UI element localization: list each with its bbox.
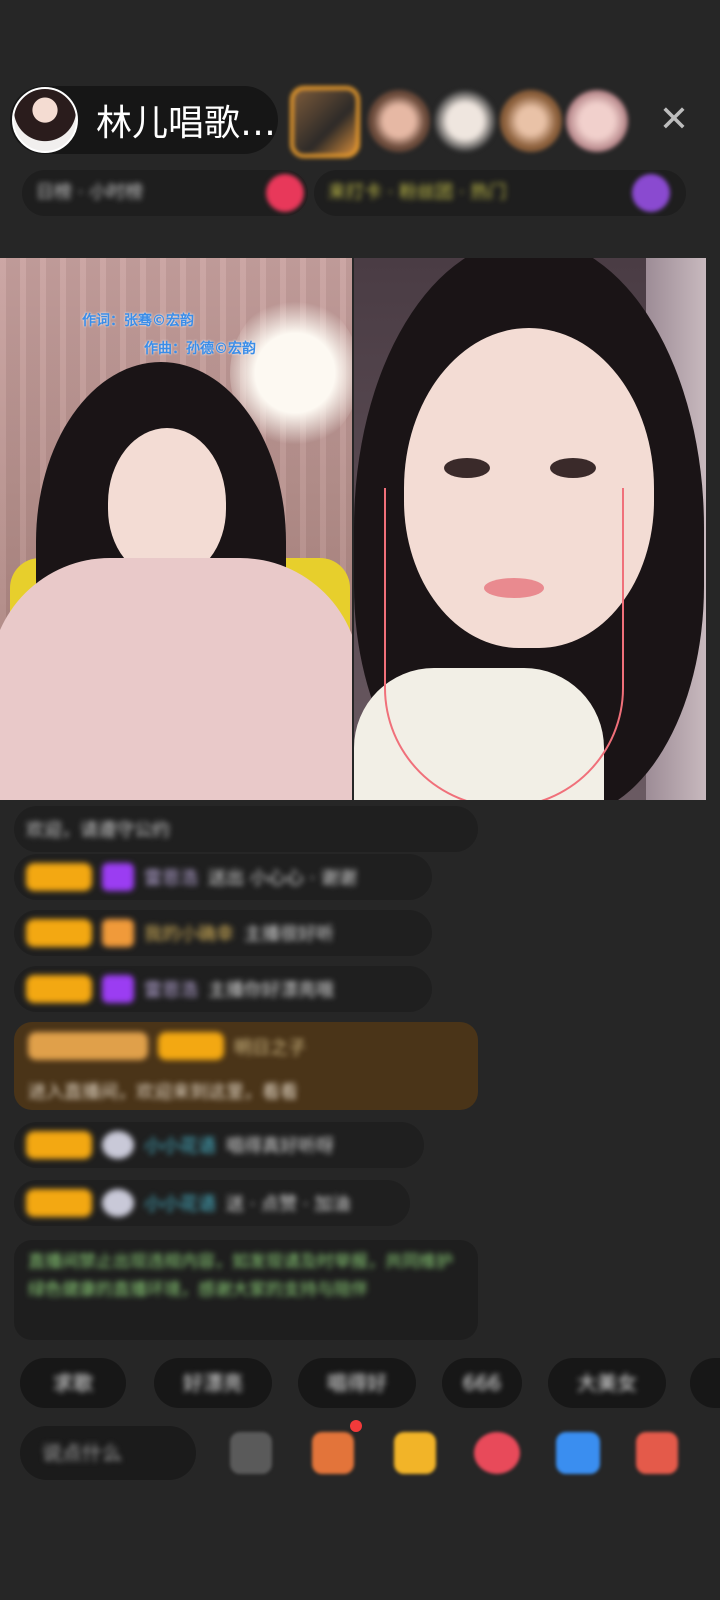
chat-username[interactable]: 雷恩浩 [144, 976, 198, 1002]
chat-text: 进入直播间，欢迎来到这里，看看 [28, 1082, 298, 1103]
chat-text: 唱得真好听呀 [226, 1136, 334, 1157]
highlight-message[interactable]: 明日之子 进入直播间，欢迎来到这里，看看 [14, 1022, 478, 1110]
game-icon[interactable] [474, 1432, 520, 1474]
guest-right-eye [550, 458, 596, 478]
lyric-composer-line: 作曲：孙德©宏韵 [144, 341, 256, 357]
crown-icon [102, 919, 134, 947]
chat-username[interactable]: 雷恩浩 [144, 864, 198, 890]
chat-username[interactable]: 小小花语 [144, 1190, 216, 1216]
vip-badge [28, 1032, 148, 1060]
comment-input[interactable]: 说点什么 [20, 1426, 196, 1480]
chat-text: 主播你好漂亮哦 [208, 980, 334, 1001]
singer-outfit [0, 558, 352, 800]
chat-text: 主播很好听 [244, 924, 334, 945]
fan-level-badge [26, 1189, 92, 1217]
video-stream-left[interactable]: 作词：张骞©宏韵 作曲：孙德©宏韵 [0, 258, 352, 800]
earphone-cable [384, 488, 624, 800]
emoji-icon[interactable] [230, 1432, 272, 1474]
chat-username[interactable]: 小小花语 [144, 1132, 216, 1158]
host-avatar[interactable] [12, 87, 78, 153]
quick-reply-4[interactable]: 666 [442, 1358, 522, 1408]
chat-message[interactable]: 我的小确幸 主播很好听 [14, 910, 432, 956]
chat-message[interactable]: 雷恩浩 主播你好漂亮哦 [14, 966, 432, 1012]
user-avatar [102, 1189, 134, 1217]
notification-dot [350, 1420, 362, 1432]
viewer-avatar-1[interactable] [290, 86, 360, 158]
anchor-badge [26, 919, 92, 947]
share-icon[interactable] [556, 1432, 600, 1474]
fan-level-badge [26, 975, 92, 1003]
host-info-pill[interactable]: 林儿唱歌… [10, 86, 278, 154]
video-stream-right[interactable] [354, 258, 706, 800]
quick-reply-more[interactable] [690, 1358, 720, 1408]
activity-banner[interactable]: 来打卡 · 粉丝团 · 热门 [314, 170, 686, 216]
host-name: 林儿唱歌… [96, 103, 277, 144]
chat-text: 送 · 点赞 · 加油 [226, 1194, 351, 1215]
quick-reply-1[interactable]: 求歌 [20, 1358, 126, 1408]
viewer-avatar-5[interactable] [566, 90, 628, 152]
diamond-icon [102, 863, 134, 891]
top-viewers-list [286, 86, 646, 158]
wish-icon[interactable] [394, 1432, 436, 1474]
chat-message[interactable]: 小小花语 送 · 点赞 · 加油 [14, 1180, 410, 1226]
close-button[interactable]: ✕ [654, 100, 694, 140]
viewer-avatar-2[interactable] [368, 90, 430, 152]
viewer-avatar-3[interactable] [434, 90, 496, 152]
fan-level-badge [26, 1131, 92, 1159]
quick-reply-5[interactable]: 大美女 [548, 1358, 666, 1408]
chat-message[interactable]: 雷恩浩 送出 小心心 · 谢谢 [14, 854, 432, 900]
gift-icon[interactable] [632, 174, 670, 212]
lyric-writer-line: 作词：张骞©宏韵 [82, 313, 194, 329]
chat-username[interactable]: 我的小确幸 [144, 920, 234, 946]
hot-icon[interactable] [266, 174, 304, 212]
user-avatar [102, 1131, 134, 1159]
quick-reply-3[interactable]: 唱得好 [298, 1358, 416, 1408]
singer-face [108, 428, 226, 578]
system-notice: 直播间禁止出现违规内容，如发现请及时举报，共同维护绿色健康的直播环境，感谢大家的… [14, 1240, 478, 1340]
diamond-icon [102, 975, 134, 1003]
fan-level-badge [26, 863, 92, 891]
anchor-badge [158, 1032, 224, 1060]
chat-message[interactable]: 小小花语 唱得真好听呀 [14, 1122, 424, 1168]
shop-icon[interactable] [312, 1432, 354, 1474]
chat-username[interactable]: 明日之子 [234, 1032, 306, 1066]
chat-message[interactable]: 欢迎，请遵守公约 [14, 806, 478, 852]
chat-text: 送出 小心心 · 谢谢 [208, 868, 357, 889]
viewer-avatar-4[interactable] [500, 90, 562, 152]
quick-reply-2[interactable]: 好漂亮 [154, 1358, 272, 1408]
guest-left-eye [444, 458, 490, 478]
gift-box-icon[interactable] [636, 1432, 678, 1474]
